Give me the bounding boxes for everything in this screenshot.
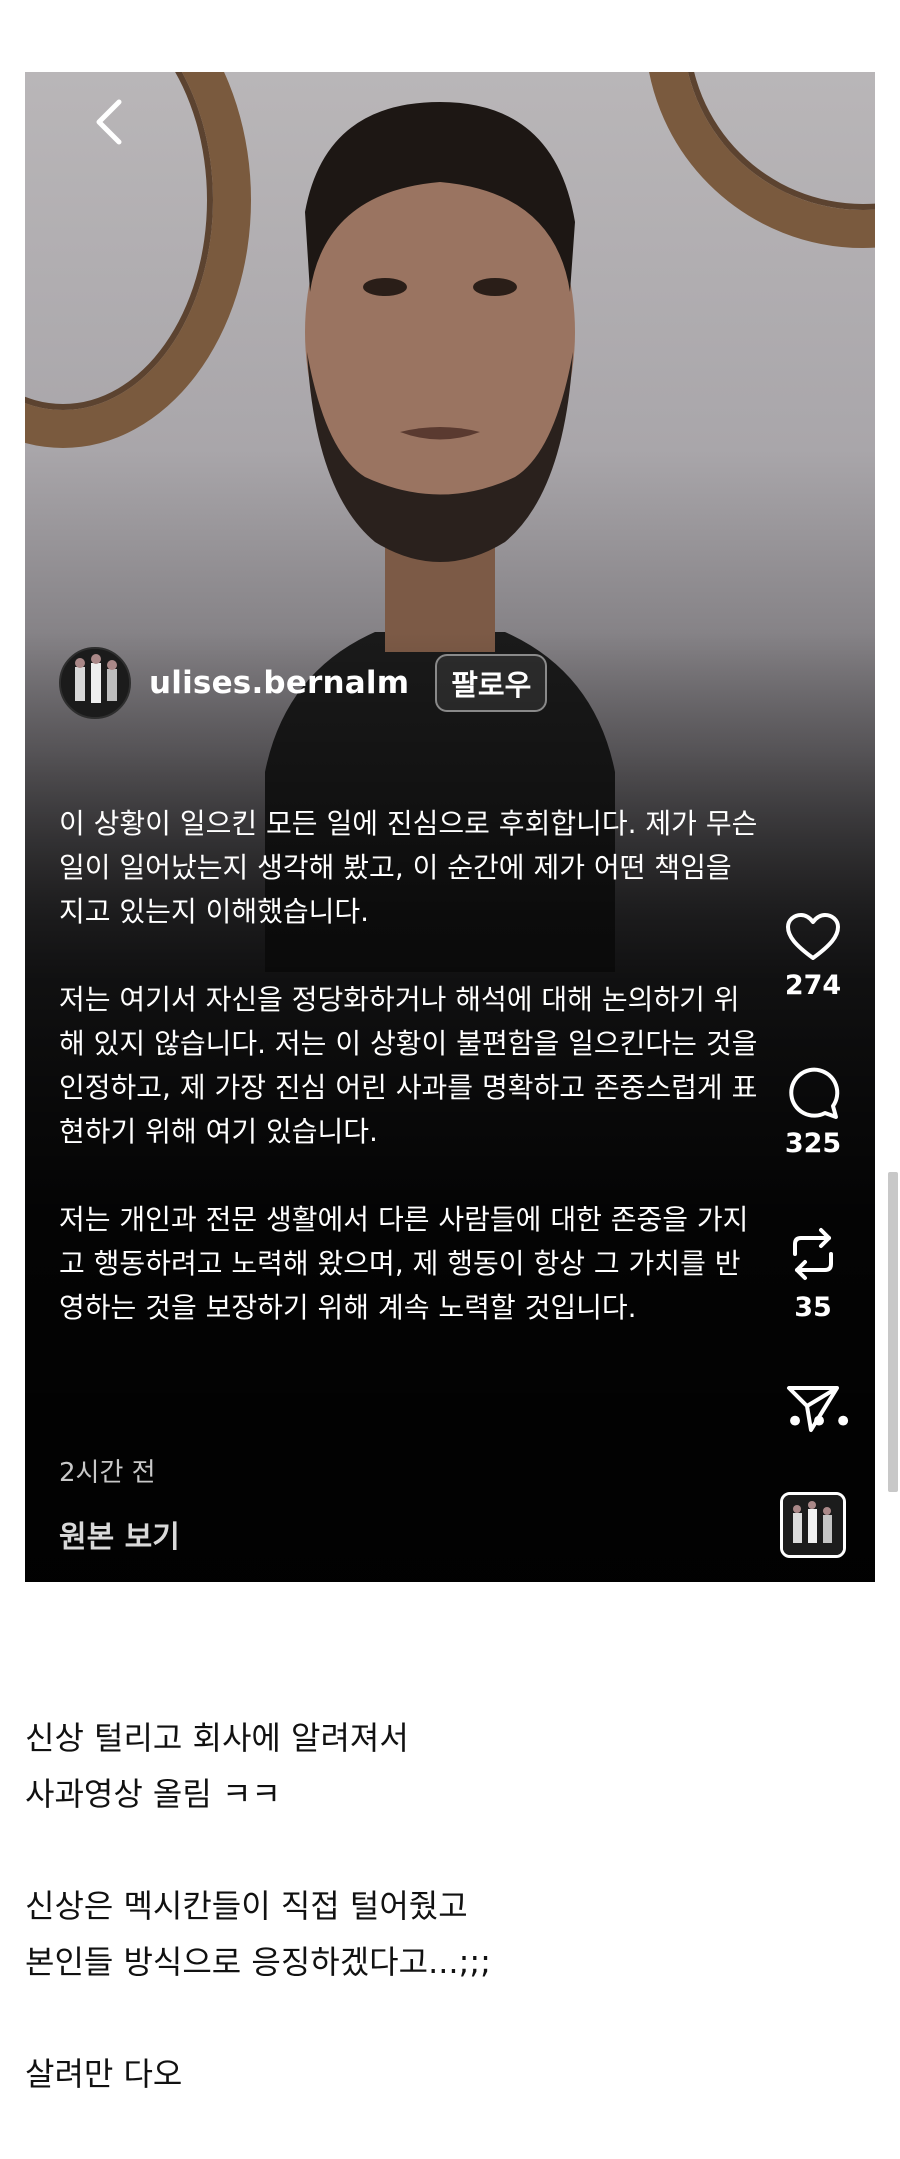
audio-thumbnail[interactable] (780, 1492, 846, 1558)
post-text-line: 살려만 다오 (25, 2055, 183, 2093)
post-text-line: 본인들 방식으로 응징하겠다고...;;; (25, 1943, 491, 1981)
profile-row: ulises.bernalm 팔로우 (59, 647, 548, 719)
repost-count: 35 (794, 1292, 832, 1323)
comment-icon (789, 1067, 840, 1119)
post-timestamp: 2시간 전 (59, 1458, 156, 1488)
audio-cover-image (783, 1495, 843, 1555)
view-original-link[interactable]: 원본 보기 (59, 1512, 180, 1556)
follow-button[interactable]: 팔로우 (435, 654, 548, 712)
reel-video-frame[interactable]: ulises.bernalm 팔로우 이 상황이 일으킨 모든 일에 진심으로 … (25, 72, 875, 1582)
avatar-image (61, 649, 129, 717)
post-text-blank (25, 1822, 875, 1878)
caption-text: 이 상황이 일으킨 모든 일에 진심으로 후회합니다. 제가 무슨 일이 일어났… (59, 802, 759, 1330)
post-body-text: 신상 털리고 회사에 알려져서 사과영상 올림 ㅋㅋ 신상은 멕시칸들이 직접 … (25, 1710, 875, 2102)
chevron-left-icon (96, 99, 122, 145)
post-text-line: 사과영상 올림 ㅋㅋ (25, 1775, 281, 1813)
comment-action[interactable]: 325 (775, 1066, 851, 1159)
post-text-blank (25, 1990, 875, 2046)
comment-count: 325 (784, 1128, 842, 1159)
repost-action[interactable]: 35 (775, 1224, 851, 1323)
caption-paragraph: 이 상황이 일으킨 모든 일에 진심으로 후회합니다. 제가 무슨 일이 일어났… (59, 807, 758, 928)
post-text-line: 신상 털리고 회사에 알려져서 (25, 1719, 409, 1757)
page-scrollbar[interactable] (888, 1172, 898, 1492)
username-link[interactable]: ulises.bernalm (149, 665, 409, 701)
like-action[interactable]: 274 (775, 912, 851, 1001)
repost-icon (793, 1228, 833, 1280)
caption-paragraph: 저는 여기서 자신을 정당화하거나 해석에 대해 논의하기 위해 있지 않습니다… (59, 983, 758, 1148)
heart-icon (786, 913, 840, 960)
more-options-button[interactable]: ••• (785, 1402, 857, 1442)
post-text-line: 신상은 멕시칸들이 직접 털어줬고 (25, 1887, 468, 1925)
caption-paragraph: 저는 개인과 전문 생활에서 다른 사람들에 대한 존중을 가지고 행동하려고 … (59, 1203, 749, 1324)
back-button[interactable] (87, 94, 131, 150)
like-count: 274 (784, 970, 842, 1001)
avatar[interactable] (59, 647, 131, 719)
